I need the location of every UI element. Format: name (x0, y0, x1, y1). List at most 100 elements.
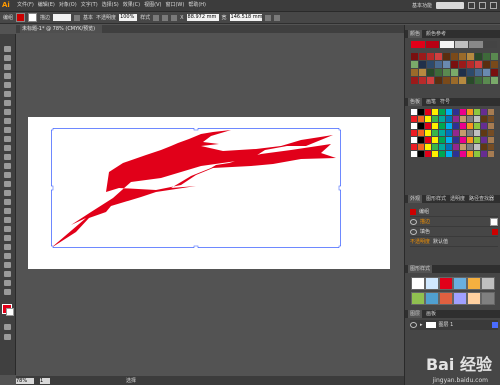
guide-swatch[interactable] (427, 69, 434, 76)
handle-bottom-right[interactable] (338, 245, 341, 248)
red-shape[interactable] (51, 130, 336, 248)
color-swatch[interactable] (488, 151, 494, 157)
color-swatch[interactable] (411, 137, 417, 143)
magic-wand-tool-icon[interactable] (4, 64, 11, 70)
guide-swatch[interactable] (467, 69, 474, 76)
color-swatch[interactable] (439, 116, 445, 122)
color-swatch[interactable] (425, 116, 431, 122)
color-swatch[interactable] (446, 116, 452, 122)
color-swatch[interactable] (446, 137, 452, 143)
guide-swatch[interactable] (435, 61, 442, 68)
graphic-styles-grid[interactable] (411, 277, 495, 305)
menu-type[interactable]: 文字(T) (81, 0, 98, 11)
color-swatch[interactable] (453, 116, 459, 122)
color-swatch[interactable] (418, 151, 424, 157)
color-swatch[interactable] (481, 130, 487, 136)
menu-view[interactable]: 视图(V) (144, 0, 161, 11)
menu-effect[interactable]: 效果(C) (123, 0, 140, 11)
brush-label[interactable]: 基本 (83, 14, 93, 21)
guide-swatch[interactable] (411, 53, 418, 60)
color-swatch[interactable] (460, 151, 466, 157)
color-swatch[interactable] (481, 137, 487, 143)
color-swatch[interactable] (467, 123, 473, 129)
scale-tool-icon[interactable] (4, 163, 11, 169)
color-swatch[interactable] (432, 137, 438, 143)
color-swatch[interactable] (446, 130, 452, 136)
color-swatch[interactable] (418, 144, 424, 150)
swatches-grid[interactable] (411, 109, 494, 157)
tab-appearance[interactable]: 外观 (408, 195, 423, 203)
lasso-tool-icon[interactable] (4, 73, 11, 79)
guide-swatch[interactable] (491, 77, 498, 84)
guide-swatch[interactable] (443, 69, 450, 76)
guide-swatch[interactable] (435, 77, 442, 84)
color-swatch[interactable] (474, 109, 480, 115)
color-swatch[interactable] (418, 123, 424, 129)
visibility-eye-icon[interactable] (410, 218, 417, 225)
color-swatch[interactable] (488, 137, 494, 143)
drawing-mode-icon[interactable] (4, 324, 11, 330)
menu-select[interactable]: 选择(S) (102, 0, 119, 11)
color-swatch[interactable] (439, 130, 445, 136)
color-swatch[interactable] (425, 123, 431, 129)
color-swatch[interactable] (425, 109, 431, 115)
stroke-color-icon[interactable] (6, 308, 14, 316)
direct-selection-tool-icon[interactable] (4, 55, 11, 61)
color-swatch[interactable] (439, 123, 445, 129)
color-swatch[interactable] (432, 123, 438, 129)
color-swatch[interactable] (425, 137, 431, 143)
guide-swatch[interactable] (419, 53, 426, 60)
minimize-icon[interactable] (468, 2, 475, 9)
guide-swatch[interactable] (483, 77, 490, 84)
color-swatch[interactable] (488, 130, 494, 136)
guide-swatch[interactable] (435, 53, 442, 60)
graphic-style-thumbnail[interactable] (467, 292, 481, 305)
fill-swatch[interactable] (16, 13, 26, 22)
color-swatch[interactable] (467, 116, 473, 122)
color-swatch[interactable] (446, 109, 452, 115)
guide-swatch[interactable] (419, 69, 426, 76)
guide-swatch[interactable] (443, 77, 450, 84)
color-swatch[interactable] (411, 123, 417, 129)
appearance-row-opacity[interactable]: 不透明度 默认值 (410, 237, 498, 247)
color-swatch[interactable] (488, 144, 494, 150)
graphic-style-thumbnail[interactable] (411, 277, 425, 290)
screen-mode-icon[interactable] (4, 334, 11, 340)
color-swatch[interactable] (474, 137, 480, 143)
color-swatch[interactable] (467, 151, 473, 157)
appearance-row-stroke[interactable]: 描边 (410, 217, 498, 227)
guide-swatch[interactable] (459, 77, 466, 84)
color-swatch[interactable] (488, 116, 494, 122)
maximize-icon[interactable] (479, 2, 486, 9)
layer-name[interactable]: 图层 1 (439, 321, 454, 328)
guide-swatch[interactable] (491, 61, 498, 68)
guide-swatch[interactable] (491, 53, 498, 60)
color-swatch[interactable] (439, 137, 445, 143)
selection-tool-icon[interactable] (4, 46, 11, 52)
color-swatch[interactable] (460, 109, 466, 115)
color-swatch[interactable] (460, 116, 466, 122)
guide-swatch[interactable] (491, 69, 498, 76)
menu-edit[interactable]: 编辑(E) (38, 0, 55, 11)
rotate-tool-icon[interactable] (4, 154, 11, 160)
color-swatch[interactable] (439, 109, 445, 115)
color-swatch[interactable] (467, 144, 473, 150)
free-transform-tool-icon[interactable] (4, 181, 11, 187)
tab-brushes[interactable]: 画笔 (426, 98, 436, 106)
width-tool-icon[interactable] (4, 172, 11, 178)
color-swatch[interactable] (439, 144, 445, 150)
appearance-row-label[interactable]: 不透明度 (410, 238, 430, 245)
guide-swatch[interactable] (475, 61, 482, 68)
guide-swatch[interactable] (427, 53, 434, 60)
status-mode[interactable]: 选择 (126, 377, 136, 384)
color-swatch[interactable] (411, 116, 417, 122)
appearance-row-group[interactable]: 编组 (410, 207, 498, 217)
guide-swatch[interactable] (483, 69, 490, 76)
guide-swatch[interactable] (411, 69, 418, 76)
brush-icon[interactable] (74, 14, 81, 21)
more-options-icon[interactable] (273, 14, 280, 21)
handle-bottom-left[interactable] (51, 245, 54, 248)
color-swatch[interactable] (418, 109, 424, 115)
guide-swatch[interactable] (475, 53, 482, 60)
guide-swatch[interactable] (483, 61, 490, 68)
